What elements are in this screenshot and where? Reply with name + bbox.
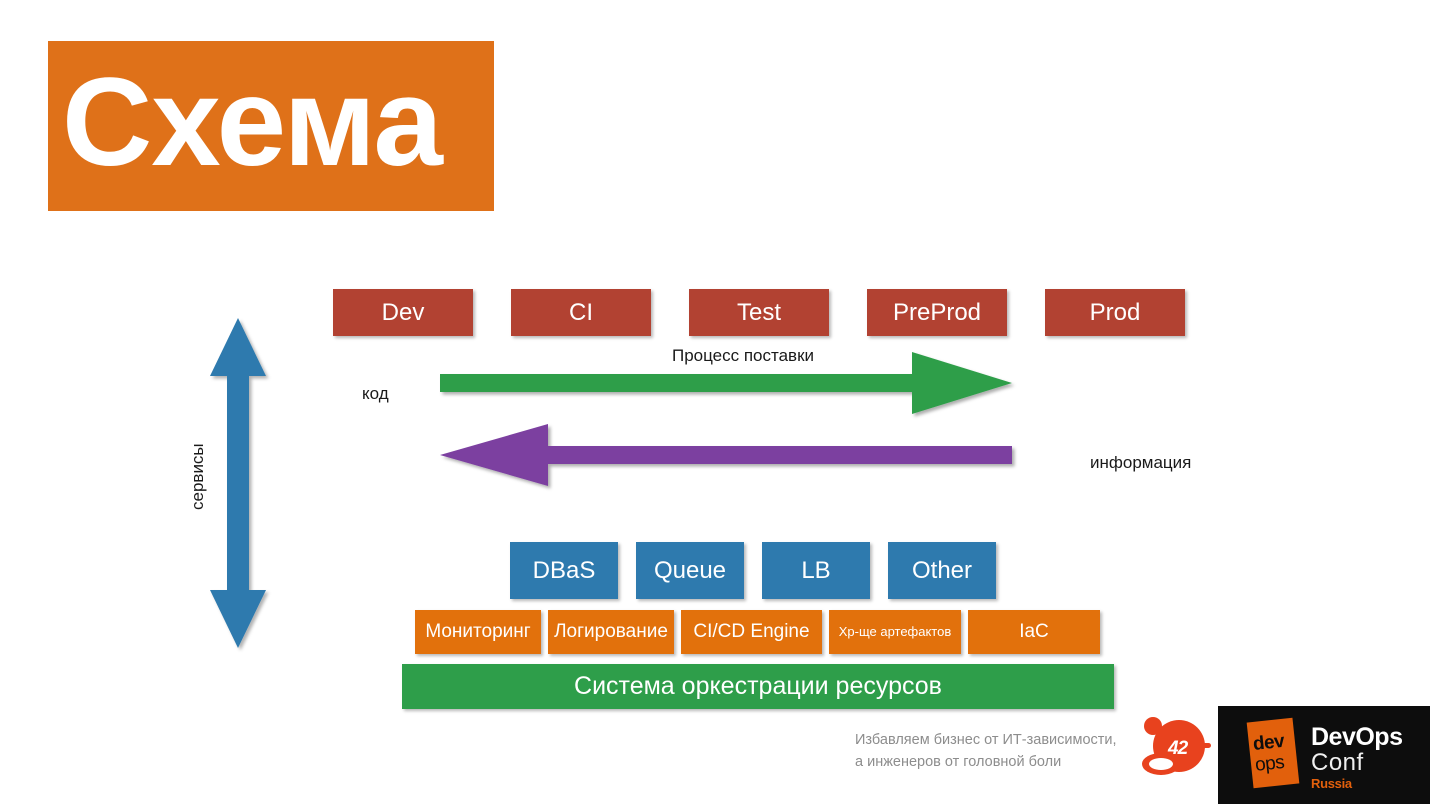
service-box-lb[interactable]: LB [762,542,870,599]
service-box-queue[interactable]: Queue [636,542,744,599]
tool-box-monitoring[interactable]: Мониторинг [415,610,541,654]
devopsconf-wordmark: DevOps Conf Russia [1311,723,1403,793]
service-label: Queue [653,556,727,584]
slide-canvas: Схема Dev CI Test PreProd Prod Процесс п… [0,0,1430,804]
service-box-dbas[interactable]: DBaS [510,542,618,599]
service-label: Other [911,556,973,584]
tool-label: IaC [1019,621,1049,643]
stage-label: Test [736,298,781,326]
tool-box-artifact-storage[interactable]: Хр-ще артефактов [829,610,961,654]
service-label: LB [801,556,831,584]
tool-label: Логирование [554,621,668,643]
conf-kind: Conf [1311,749,1364,776]
tool-box-logging[interactable]: Логирование [548,610,674,654]
orchestrator-bar[interactable]: Система оркестрации ресурсов [402,664,1114,709]
tool-box-cicd-engine[interactable]: CI/CD Engine [681,610,822,654]
arrow-services-vertical [210,318,266,648]
devops-mark-icon: dev ops [1246,717,1300,789]
label-code: код [362,384,389,403]
tool-label: Хр-ще артефактов [838,624,952,640]
stage-box-dev[interactable]: Dev [333,289,473,336]
footer-tagline: Избавляем бизнес от ИТ-зависимости, а ин… [855,729,1117,774]
mark-ops-text: ops [1254,751,1286,776]
stage-label: Dev [381,298,425,326]
conf-name: DevOps [1311,723,1403,751]
stage-box-prod[interactable]: Prod [1045,289,1185,336]
stage-label: PreProd [892,298,982,326]
service-box-other[interactable]: Other [888,542,996,599]
stage-box-preprod[interactable]: PreProd [867,289,1007,336]
tool-label: Мониторинг [425,621,531,643]
page-title: Схема [62,52,443,192]
devopsconf-logo: dev ops DevOps Conf Russia [1218,706,1430,804]
tool-label: CI/CD Engine [693,621,810,643]
company-42-logo: 42 [1142,716,1212,782]
stage-box-ci[interactable]: CI [511,289,651,336]
stage-label: Prod [1089,298,1141,326]
stage-label: CI [569,298,593,326]
logo-number: 42 [1168,738,1188,759]
label-information: информация [1090,453,1192,472]
conf-region: Russia [1311,776,1352,792]
arrow-delivery-forward [440,352,1012,414]
service-label: DBaS [532,556,596,584]
label-services-axis: сервисы [188,443,207,510]
stage-box-test[interactable]: Test [689,289,829,336]
footer-tagline-line1: Избавляем бизнес от ИТ-зависимости, [855,732,1117,748]
tool-box-iac[interactable]: IaC [968,610,1100,654]
arrow-information-backward [440,424,1012,486]
footer-tagline-line2: а инженеров от головной боли [855,754,1062,771]
title-banner: Схема [48,41,494,211]
orchestrator-label: Система оркестрации ресурсов [574,672,942,701]
